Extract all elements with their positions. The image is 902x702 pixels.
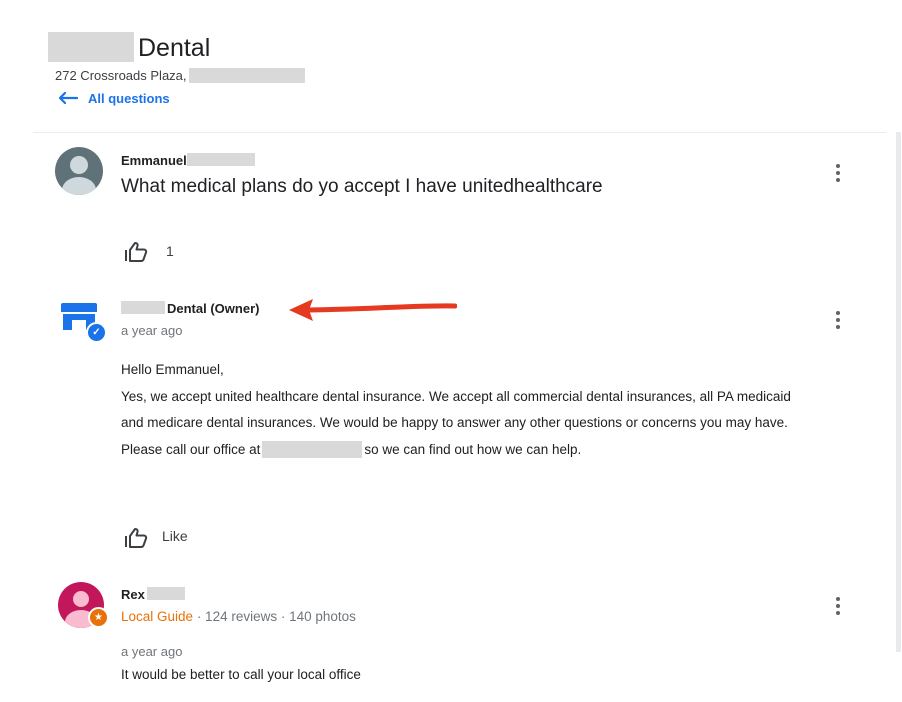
- annotation-arrow: [289, 299, 457, 321]
- question-author-name: Emmanuel: [121, 153, 187, 168]
- business-title: Dental: [48, 32, 210, 63]
- rex-author[interactable]: Rex: [121, 587, 185, 602]
- more-vert-icon[interactable]: [835, 164, 841, 186]
- thumbs-up-icon[interactable]: [124, 241, 148, 263]
- owner-reply-greeting: Hello Emmanuel,: [121, 362, 224, 377]
- rex-author-name: Rex: [121, 587, 145, 602]
- redacted-name: [48, 32, 134, 62]
- question-text: What medical plans do yo accept I have u…: [121, 176, 603, 197]
- owner-reply-text-2: so we can find out how we can help.: [364, 441, 582, 457]
- scrollbar-track[interactable]: [896, 132, 901, 652]
- business-address-text: 272 Crossroads Plaza,: [55, 68, 187, 83]
- question-author[interactable]: Emmanuel: [121, 153, 255, 168]
- store-icon[interactable]: ✓: [58, 300, 107, 343]
- like-button[interactable]: Like: [162, 528, 188, 544]
- local-guide-label: Local Guide: [121, 609, 194, 624]
- rex-meta: Local Guide · 124 reviews · 140 photos: [121, 609, 356, 624]
- redacted-name: [121, 301, 165, 314]
- rex-time: a year ago: [121, 644, 183, 659]
- user-avatar-icon[interactable]: [55, 147, 103, 195]
- question-like-count: 1: [166, 243, 174, 259]
- all-questions-link[interactable]: All questions: [58, 91, 170, 106]
- business-title-text: Dental: [138, 34, 211, 62]
- business-address: 272 Crossroads Plaza,: [55, 68, 305, 83]
- redacted-address: [188, 68, 305, 83]
- owner-author-name: Dental (Owner): [167, 301, 260, 316]
- redacted-phone: [262, 440, 363, 458]
- redacted-surname: [186, 153, 255, 166]
- rex-comment-text: It would be better to call your local of…: [121, 667, 361, 682]
- back-arrow-icon: [58, 92, 78, 104]
- owner-reply-body: Hello Emmanuel, Yes, we accept united he…: [121, 357, 811, 463]
- local-guide-badge-icon: ★: [88, 607, 109, 628]
- owner-reply-time: a year ago: [121, 323, 183, 338]
- verified-badge-icon: ✓: [86, 322, 107, 343]
- owner-reply-paragraph: Yes, we accept united healthcare dental …: [121, 384, 811, 464]
- owner-reply-author[interactable]: Dental (Owner): [121, 301, 259, 316]
- more-vert-icon[interactable]: [835, 597, 841, 619]
- rex-stats: · 124 reviews · 140 photos: [193, 609, 356, 624]
- thumbs-up-icon[interactable]: [124, 527, 148, 549]
- all-questions-label: All questions: [88, 91, 170, 106]
- more-vert-icon[interactable]: [835, 311, 841, 333]
- redacted-surname: [146, 587, 185, 600]
